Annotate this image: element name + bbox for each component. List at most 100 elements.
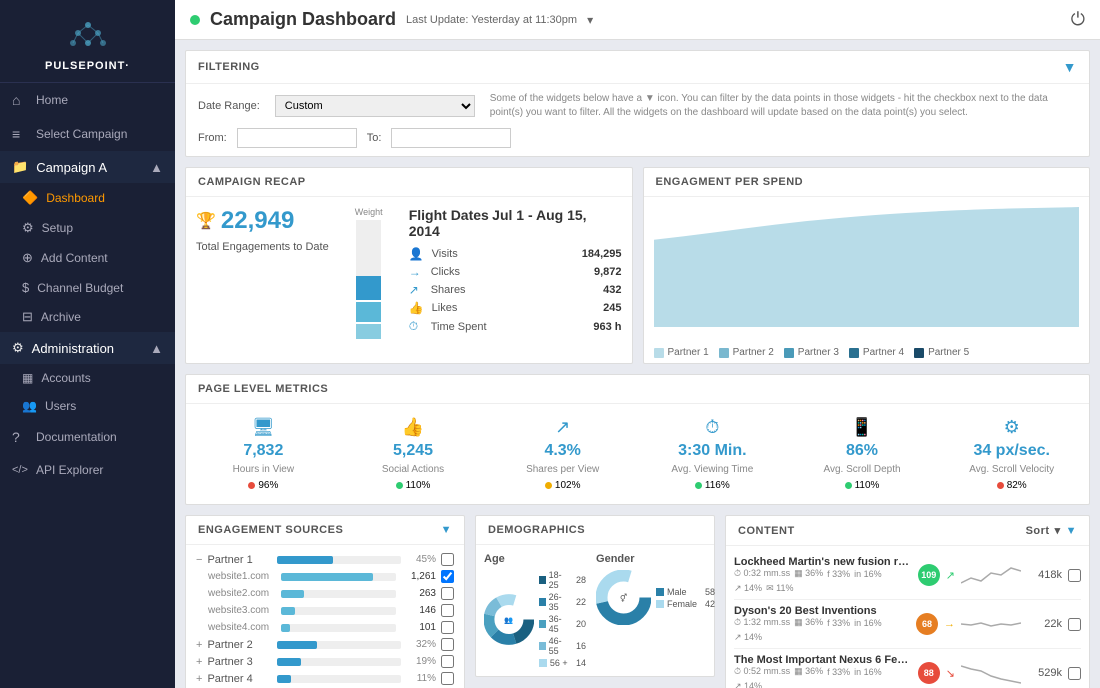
count-1: 22k — [1027, 618, 1062, 630]
sparkline-1 — [961, 612, 1021, 637]
content-title-text-0[interactable]: Lockheed Martin's new fusion reactor can… — [734, 556, 912, 568]
age-18-25: 18-2528 — [539, 570, 586, 590]
sidebar-item-users[interactable]: 👥 Users — [0, 392, 175, 420]
partner3-checkbox[interactable] — [441, 655, 454, 668]
middle-row: CAMPAIGN RECAP 🏆 22,949 Total Engagement… — [185, 167, 1090, 364]
clicks-icon: → — [409, 265, 423, 279]
scroll-velocity-indicator: 82% — [997, 480, 1027, 491]
legend-dot-p4 — [849, 348, 859, 358]
visits-icon: 👤 — [409, 247, 424, 261]
website2-bar — [281, 590, 304, 598]
scroll-velocity-value: 34 px/sec. — [973, 442, 1050, 460]
weight-bar-2 — [356, 302, 381, 322]
admin-section-header[interactable]: ⚙ Administration ▲ — [0, 332, 175, 364]
content-meta-1: ⏱ 1:32 mm.ss ▦ 36% f 33% in 16% ↗ 14% — [734, 617, 910, 643]
sidebar-item-dashboard-label: Dashboard — [46, 191, 105, 205]
partner2-expand[interactable]: + — [196, 639, 202, 651]
to-date-input[interactable] — [391, 128, 511, 148]
campaign-icon: 📁 — [12, 159, 28, 175]
filtering-title: FILTERING — [198, 61, 260, 73]
logo-icon — [63, 15, 113, 55]
content-title-text-1[interactable]: Dyson's 20 Best Inventions — [734, 605, 910, 617]
partner4-checkbox[interactable] — [441, 672, 454, 685]
logo-text: PULSEPOINT· — [10, 60, 165, 72]
filter-icon[interactable]: ▼ — [1063, 59, 1077, 75]
sidebar-item-archive-label: Archive — [41, 310, 81, 324]
page-title: Campaign Dashboard — [210, 9, 396, 30]
social-ind-dot — [396, 482, 403, 489]
main-content: Campaign Dashboard Last Update: Yesterda… — [175, 0, 1100, 688]
weight-bar-3 — [356, 276, 381, 300]
website1-checkbox[interactable] — [441, 570, 454, 583]
content-filter-icon[interactable]: ▼ — [1066, 525, 1077, 537]
weight-label: Weight — [355, 207, 383, 217]
engagement-sources-panel: ENGAGEMENT SOURCES ▼ − Partner 1 45% — [185, 515, 465, 688]
website2-checkbox[interactable] — [441, 587, 454, 600]
demo-gender-title: Gender — [596, 553, 715, 565]
partner1-checkbox[interactable] — [441, 553, 454, 566]
sparkline-0 — [961, 563, 1021, 588]
campaign-recap-header: CAMPAIGN RECAP — [186, 168, 632, 197]
metric-shares-per-view: ↗ 4.3% Shares per View 102% — [490, 412, 635, 496]
topbar: Campaign Dashboard Last Update: Yesterda… — [175, 0, 1100, 40]
content-items-list: Lockheed Martin's new fusion reactor can… — [726, 546, 1089, 688]
partner1-bar — [277, 556, 333, 564]
scroll-velocity-label: Avg. Scroll Velocity — [969, 464, 1054, 476]
dashboard-icon: 🔶 — [22, 190, 38, 206]
item0-checkbox[interactable] — [1068, 569, 1081, 582]
age-donut: 👥 — [484, 592, 534, 647]
sources-filter-icon[interactable]: ▼ — [441, 524, 452, 536]
campaign-section-header[interactable]: 📁 Campaign A ▲ — [0, 151, 175, 183]
website4-checkbox[interactable] — [441, 621, 454, 634]
trend-icon-0: ↗ — [946, 569, 955, 582]
website4-bar — [281, 624, 290, 632]
partner3-expand[interactable]: + — [196, 656, 202, 668]
sidebar-item-add-content[interactable]: ⊕ Add Content — [0, 243, 175, 273]
engagement-icon: 🏆 — [196, 211, 216, 231]
power-button[interactable]: ⏻ — [1071, 9, 1085, 30]
content-title-text-2[interactable]: The Most Important Nexus 6 Feature Is Th… — [734, 654, 912, 666]
partner2-checkbox[interactable] — [441, 638, 454, 651]
item1-checkbox[interactable] — [1068, 618, 1081, 631]
hours-icon: 🖥 — [252, 417, 275, 438]
recap-content: 🏆 22,949 Total Engagements to Date Weigh… — [186, 197, 632, 349]
admin-collapse-icon: ▲ — [150, 341, 163, 356]
content-panel-header: CONTENT Sort ▾ ▼ — [726, 516, 1089, 546]
sidebar-item-setup[interactable]: ⚙ Setup — [0, 213, 175, 243]
male-color — [656, 588, 664, 596]
gender-male: Male58 — [656, 587, 715, 597]
sidebar-item-dashboard[interactable]: 🔶 Dashboard — [0, 183, 175, 213]
partner1-expand[interactable]: − — [196, 554, 202, 566]
sidebar-item-accounts-label: Accounts — [41, 371, 90, 385]
hours-value: 7,832 — [243, 442, 283, 460]
dropdown-arrow[interactable]: ▾ — [587, 13, 593, 27]
from-date-input[interactable] — [237, 128, 357, 148]
sidebar-item-archive[interactable]: ⊟ Archive — [0, 302, 175, 332]
sidebar-item-api-explorer[interactable]: </> API Explorer — [0, 454, 175, 486]
bottom-row: ENGAGEMENT SOURCES ▼ − Partner 1 45% — [185, 515, 1090, 688]
partner4-expand[interactable]: + — [196, 673, 202, 685]
weight-bar-small — [356, 302, 381, 322]
website3-checkbox[interactable] — [441, 604, 454, 617]
legend-dot-p5 — [914, 348, 924, 358]
time-0: ⏱ 0:32 mm.ss — [734, 568, 790, 579]
legend-label-p3: Partner 3 — [798, 347, 839, 358]
sidebar-item-accounts[interactable]: ▦ Accounts — [0, 364, 175, 392]
scroll-depth-ind-dot — [845, 482, 852, 489]
sort-dropdown[interactable]: ▾ — [1055, 524, 1061, 537]
age-26-35: 26-3522 — [539, 592, 586, 612]
sidebar-item-documentation[interactable]: ? Documentation — [0, 420, 175, 454]
sidebar-item-select-campaign[interactable]: ≡ Select Campaign — [0, 117, 175, 151]
item2-checkbox[interactable] — [1068, 667, 1081, 680]
filter-note: Some of the widgets below have a ▼ icon.… — [490, 92, 1077, 120]
setup-icon: ⚙ — [22, 220, 34, 236]
svg-text:👥: 👥 — [504, 615, 513, 624]
date-range-select[interactable]: Custom Last 7 Days Last 30 Days — [275, 95, 475, 117]
trend-icon-1: → — [944, 618, 955, 630]
legend-dot-p2 — [719, 348, 729, 358]
filtering-panel: FILTERING ▼ Date Range: Custom Last 7 Da… — [185, 50, 1090, 157]
sidebar-item-channel-budget[interactable]: $ Channel Budget — [0, 273, 175, 302]
sidebar-item-home[interactable]: ⌂ Home — [0, 83, 175, 117]
page-metrics-title: PAGE LEVEL METRICS — [198, 383, 328, 395]
shares-per-view-value: 4.3% — [544, 442, 580, 460]
